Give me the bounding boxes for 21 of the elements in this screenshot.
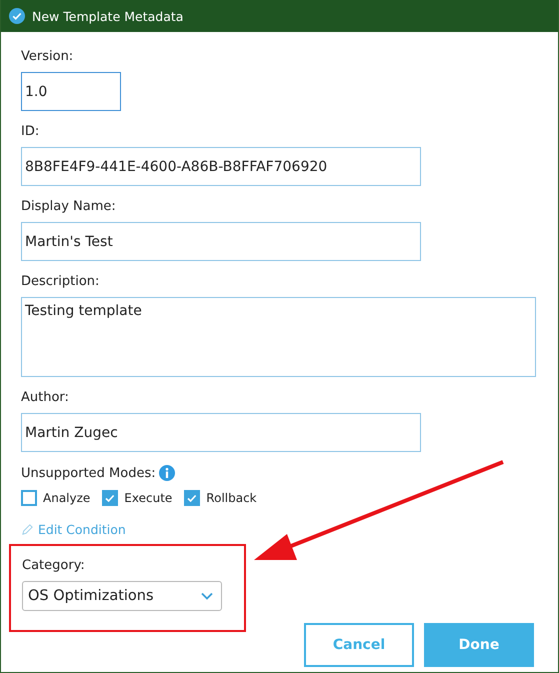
field-label: Author: — [21, 389, 69, 407]
check-icon — [9, 8, 25, 24]
window-title: New Template Metadata — [32, 8, 184, 24]
input-field[interactable]: Martin's Test — [21, 222, 421, 261]
category-dropdown[interactable]: OS Optimizations — [22, 581, 222, 611]
field-label: ID: — [21, 123, 40, 141]
checkbox[interactable]: Execute — [102, 490, 172, 506]
modes-label: Unsupported Modes: — [21, 466, 156, 480]
pencil-icon — [21, 522, 34, 536]
checkbox[interactable]: Rollback — [184, 490, 257, 506]
chevron-icon — [201, 592, 213, 600]
input-field[interactable]: 1.0 — [21, 72, 121, 111]
field-label: Description: — [21, 273, 100, 291]
input-field[interactable]: 8B8FE4F9-441E-4600-A86B-B8FFAF706920 — [21, 147, 421, 186]
input-field[interactable]: Martin Zugec — [21, 413, 421, 452]
input-field[interactable]: Testing template — [21, 297, 536, 377]
field-label: Category: — [22, 557, 86, 575]
checkbox[interactable]: Analyze — [21, 490, 90, 506]
info-icon[interactable] — [158, 465, 175, 481]
field-label: Display Name: — [21, 198, 116, 216]
field-label: Version: — [21, 48, 74, 66]
